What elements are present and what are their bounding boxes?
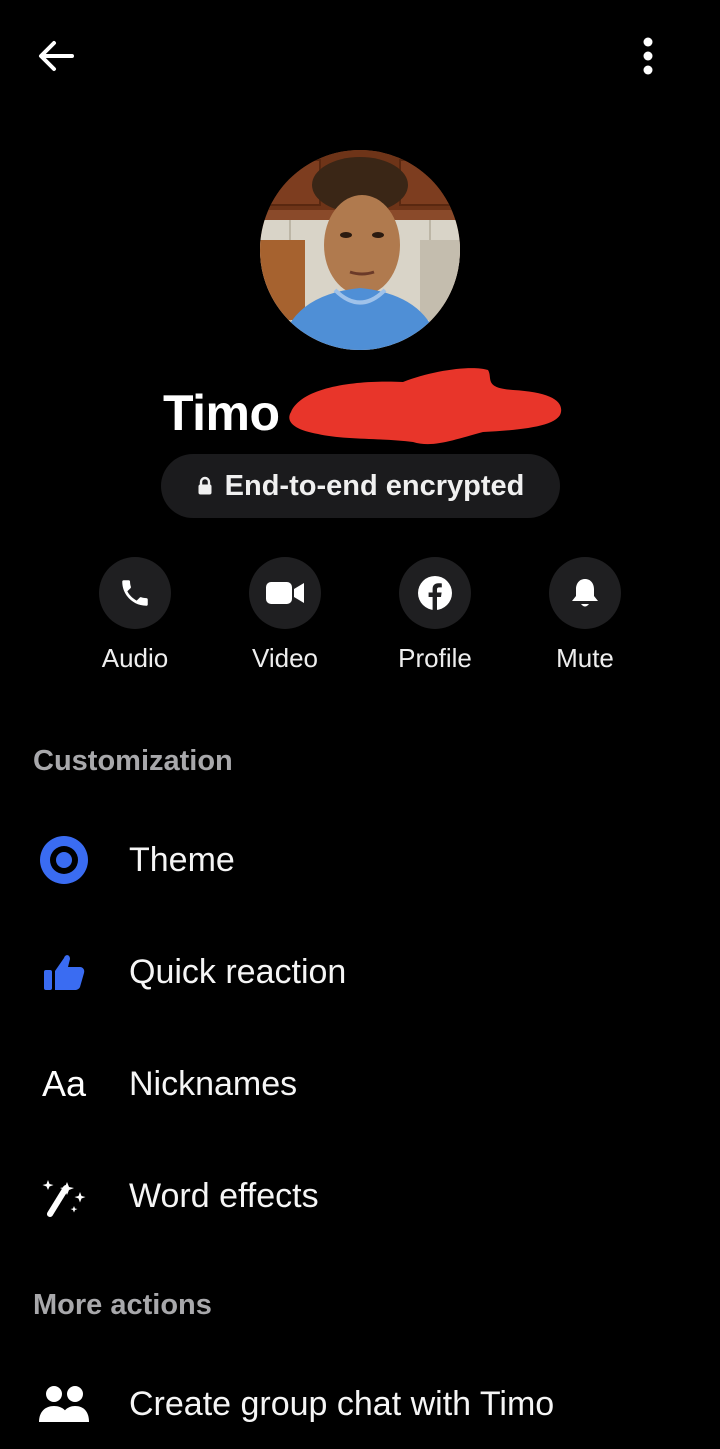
word-effects-icon-wrap bbox=[36, 1172, 92, 1220]
theme-icon-wrap bbox=[36, 836, 92, 884]
encryption-badge[interactable]: End-to-end encrypted bbox=[161, 454, 560, 518]
quick-reaction-icon-wrap bbox=[36, 948, 92, 996]
profile-label: Profile bbox=[398, 643, 472, 673]
audio-label: Audio bbox=[101, 643, 169, 673]
word-effects-row[interactable]: Word effects bbox=[0, 1151, 720, 1241]
back-button[interactable] bbox=[28, 28, 84, 84]
video-call-circle[interactable] bbox=[249, 557, 321, 629]
nicknames-label: Nicknames bbox=[129, 1065, 298, 1103]
aa-text-icon: Aa bbox=[41, 1063, 87, 1104]
mute-button[interactable]: Mute bbox=[515, 557, 655, 674]
more-actions-section-title: More actions bbox=[33, 1289, 212, 1321]
thumbs-up-icon bbox=[44, 955, 85, 990]
create-group-label: Create group chat with Timo bbox=[129, 1385, 555, 1423]
create-group-icon-wrap bbox=[36, 1380, 92, 1428]
more-options-button[interactable] bbox=[620, 28, 676, 84]
video-label: Video bbox=[251, 643, 319, 673]
theme-label: Theme bbox=[129, 841, 235, 879]
theme-icon bbox=[40, 836, 88, 884]
video-call-button[interactable]: Video bbox=[215, 557, 355, 674]
profile-circle[interactable] bbox=[399, 557, 471, 629]
quick-reaction-label: Quick reaction bbox=[129, 953, 347, 991]
create-group-row[interactable]: Create group chat with Timo bbox=[0, 1359, 720, 1449]
encryption-label: End-to-end encrypted bbox=[224, 469, 525, 502]
phone-icon bbox=[122, 580, 148, 606]
facebook-icon bbox=[418, 576, 452, 610]
mute-circle[interactable] bbox=[549, 557, 621, 629]
contact-name-row: Timo bbox=[0, 368, 720, 448]
bell-icon bbox=[572, 579, 598, 607]
contact-name: Timo bbox=[163, 385, 280, 441]
video-camera-icon bbox=[266, 582, 304, 604]
quick-actions: Audio Video Profile Mute bbox=[0, 557, 720, 687]
magic-wand-icon bbox=[42, 1180, 86, 1217]
more-vertical-icon bbox=[643, 37, 653, 75]
theme-row[interactable]: Theme bbox=[0, 815, 720, 905]
audio-call-button[interactable]: Audio bbox=[65, 557, 205, 674]
lock-icon bbox=[198, 476, 212, 495]
mute-label: Mute bbox=[556, 643, 614, 673]
nicknames-icon-wrap: Aa bbox=[36, 1060, 92, 1108]
group-icon bbox=[39, 1386, 89, 1422]
nicknames-row[interactable]: Aa Nicknames bbox=[0, 1039, 720, 1129]
top-bar bbox=[0, 0, 720, 110]
arrow-left-icon bbox=[39, 41, 74, 71]
profile-button[interactable]: Profile bbox=[365, 557, 505, 674]
word-effects-label: Word effects bbox=[129, 1177, 319, 1215]
customization-section-title: Customization bbox=[33, 745, 233, 777]
redaction-mark bbox=[289, 368, 562, 445]
quick-reaction-row[interactable]: Quick reaction bbox=[0, 927, 720, 1017]
profile-avatar[interactable] bbox=[260, 150, 460, 350]
audio-call-circle[interactable] bbox=[99, 557, 171, 629]
